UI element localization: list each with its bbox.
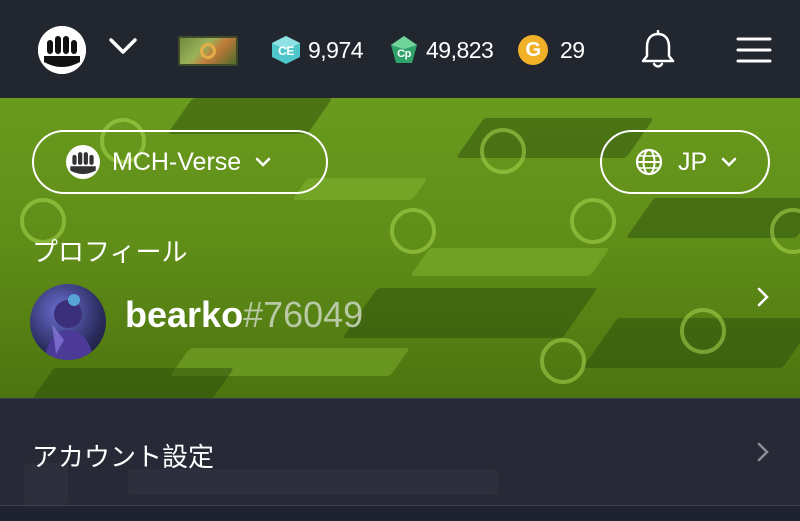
lime-decoration-icon (570, 198, 616, 244)
nft-thumbnail-icon[interactable] (178, 36, 238, 66)
username-name: bearko (125, 294, 244, 335)
profile-banner: MCH-Verse JP プロフィール bearko#76049 (0, 98, 800, 398)
verse-selector[interactable]: MCH-Verse (32, 130, 328, 194)
cp-balance[interactable]: Cp 49,823 (388, 34, 494, 66)
divider (0, 505, 800, 506)
chevron-down-icon (721, 157, 737, 167)
svg-text:CE: CE (278, 44, 294, 58)
paw-logo-icon[interactable] (38, 26, 86, 74)
ce-balance[interactable]: CE 9,974 (270, 34, 364, 66)
chevron-right-icon (757, 442, 769, 462)
banner-decoration (25, 368, 235, 398)
hamburger-menu-icon[interactable] (736, 36, 772, 64)
ce-value: 9,974 (308, 36, 364, 63)
username-tag: #76049 (243, 294, 364, 335)
banner-decoration (410, 248, 610, 276)
username[interactable]: bearko#76049 (125, 294, 363, 336)
chevron-down-icon (255, 157, 271, 167)
account-settings-label: アカウント設定 (32, 442, 215, 472)
lime-decoration-icon (540, 338, 586, 384)
ce-coin-icon: CE (270, 35, 302, 65)
bell-icon[interactable] (640, 30, 676, 70)
paw-logo-icon (66, 145, 100, 179)
gold-balance[interactable]: G 29 (518, 34, 585, 66)
chevron-down-icon[interactable] (108, 34, 138, 58)
cp-crystal-icon: Cp (388, 35, 420, 65)
language-selector[interactable]: JP (600, 130, 770, 194)
gold-coin-icon: G (518, 35, 548, 65)
cp-value: 49,823 (426, 36, 494, 63)
top-bar: CE 9,974 Cp 49,823 G 29 (0, 0, 800, 98)
language-selector-label: JP (678, 147, 708, 176)
globe-icon (635, 148, 663, 176)
verse-selector-label: MCH-Verse (112, 147, 242, 176)
account-settings-row[interactable]: アカウント設定 (0, 398, 800, 506)
banner-decoration (342, 288, 598, 338)
lime-decoration-icon (480, 128, 526, 174)
profile-section-title: プロフィール (32, 237, 188, 267)
gold-value: 29 (560, 36, 585, 63)
chevron-right-icon[interactable] (756, 286, 770, 308)
avatar[interactable] (30, 284, 106, 360)
svg-text:Cp: Cp (397, 48, 411, 60)
lime-decoration-icon (680, 308, 726, 354)
banner-decoration (167, 98, 333, 134)
lime-decoration-icon (390, 208, 436, 254)
